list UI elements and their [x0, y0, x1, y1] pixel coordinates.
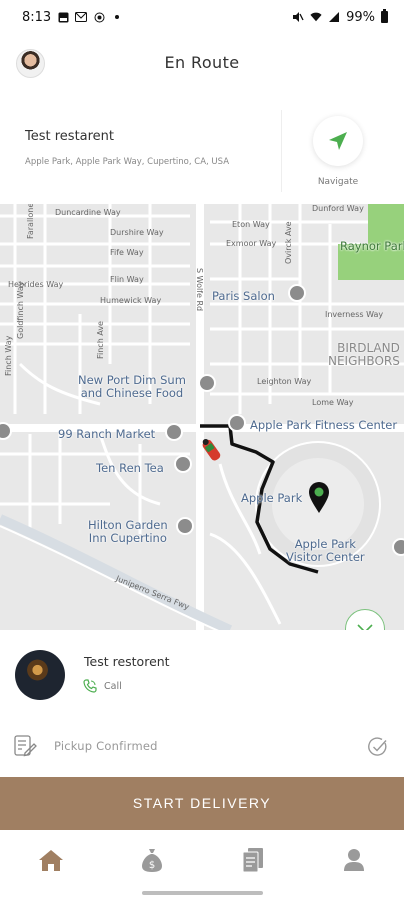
restaurant-avatar	[15, 650, 65, 700]
money-bag-icon: $	[141, 849, 162, 872]
home-icon	[38, 850, 63, 871]
restaurant-name: Test restarent	[25, 129, 115, 144]
street-label: Humewick Way	[100, 296, 162, 305]
chevron-down-icon	[357, 624, 373, 630]
map[interactable]: Duncardine Way Durshire Way Fife Way Heb…	[0, 204, 404, 630]
pickup-status-row: Pickup Confirmed	[0, 722, 404, 772]
place-label: Raynor Park	[340, 239, 404, 253]
place-label: Apple Park	[241, 491, 303, 505]
street-label: Exmoor Way	[226, 239, 277, 248]
area-label: BIRDLAND NEIGHBORS	[328, 341, 400, 369]
wifi-icon	[310, 11, 322, 23]
mute-icon	[292, 11, 304, 23]
street-label: Inverness Way	[325, 310, 384, 319]
svg-text:$: $	[148, 860, 154, 871]
nav-home[interactable]	[0, 830, 101, 890]
store-pin-icon[interactable]	[165, 423, 183, 441]
place-label: Apple Park Visitor Center	[286, 537, 365, 564]
cafe-pin-icon[interactable]	[174, 455, 192, 473]
place-label: Ten Ren Tea	[96, 461, 164, 475]
orders-icon	[242, 848, 263, 873]
dot-icon	[111, 11, 123, 23]
battery-icon	[381, 9, 388, 23]
restaurant-card: Test restarent Apple Park, Apple Park Wa…	[0, 104, 404, 204]
page-title: En Route	[164, 53, 240, 72]
pickup-label: Pickup Confirmed	[54, 739, 158, 753]
call-label: Call	[104, 680, 122, 692]
divider	[281, 110, 282, 192]
street-label: Goldfinch Way	[16, 281, 25, 339]
street-label: Flin Way	[110, 275, 144, 284]
status-left: 8:13	[22, 10, 123, 25]
street-label: Eton Way	[232, 220, 270, 229]
battery-percent: 99%	[346, 9, 375, 25]
home-indicator[interactable]	[142, 891, 263, 895]
navigate-label: Navigate	[317, 177, 359, 187]
signal-icon	[328, 11, 340, 23]
checklist-icon	[14, 735, 37, 757]
destination-marker-icon[interactable]	[308, 482, 330, 514]
status-time: 8:13	[22, 9, 52, 25]
street-label: Finch Ave	[96, 321, 105, 359]
photo-icon	[57, 11, 69, 23]
profile-icon	[343, 849, 364, 871]
status-bar: 8:13 99%	[0, 0, 404, 34]
navigation-arrow-icon	[329, 132, 347, 150]
nav-earnings[interactable]: $	[101, 830, 202, 890]
place-label: New Port Dim Sum and Chinese Food	[78, 373, 186, 400]
start-delivery-button[interactable]: START DELIVERY	[0, 777, 404, 830]
restaurant-pin-icon[interactable]	[198, 374, 216, 392]
street-label: Leighton Way	[257, 377, 312, 386]
restaurant-address: Apple Park, Apple Park Way, Cupertino, C…	[25, 157, 230, 167]
street-label: Duncardine Way	[55, 208, 121, 217]
street-label: Fife Way	[110, 248, 144, 257]
place-label: Paris Salon	[212, 289, 275, 303]
street-label: Ovirck Ave	[284, 221, 293, 264]
street-label: Durshire Way	[110, 228, 164, 237]
street-label: S Wolfe Rd	[195, 268, 204, 312]
street-label: Finch Way	[4, 335, 13, 376]
street-label: Lome Way	[312, 398, 354, 407]
map-pin-icon[interactable]	[392, 538, 404, 556]
nav-orders[interactable]	[202, 830, 303, 890]
nav-profile[interactable]	[303, 830, 404, 890]
street-label: Farallone Dr	[26, 204, 35, 239]
place-label: 99 Ranch Market	[58, 427, 156, 441]
map-pin-icon[interactable]	[228, 414, 246, 432]
status-right: 99%	[292, 9, 388, 25]
record-icon	[93, 11, 105, 23]
check-circle-icon	[368, 737, 387, 756]
street-label: Dunford Way	[312, 204, 364, 213]
header: En Route	[0, 34, 404, 100]
call-button[interactable]: Call	[83, 679, 122, 693]
hotel-pin-icon[interactable]	[176, 517, 194, 535]
mail-icon	[75, 11, 88, 23]
place-label: Hilton Garden Inn Cupertino	[88, 518, 168, 545]
bottom-nav: $	[0, 830, 404, 890]
navigate-button[interactable]	[313, 116, 363, 166]
map-pin-icon[interactable]	[288, 284, 306, 302]
customer-row: Test restorent Call	[0, 630, 404, 720]
customer-name: Test restorent	[84, 654, 170, 669]
place-label: Apple Park Fitness Center	[250, 418, 398, 432]
phone-icon	[83, 679, 97, 693]
driver-scooter-icon	[202, 438, 221, 461]
